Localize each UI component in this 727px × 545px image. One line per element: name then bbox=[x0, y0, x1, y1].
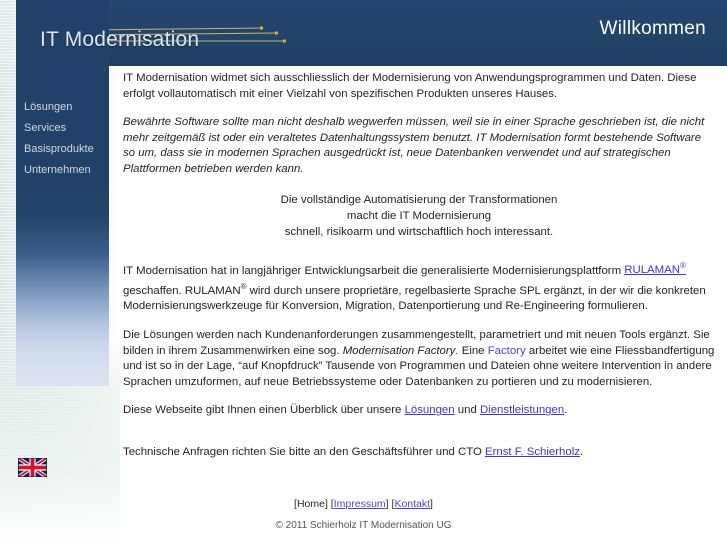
sidebar-item-loesungen[interactable]: Lösungen bbox=[16, 98, 109, 117]
paragraph-ueberblick: Diese Webseite gibt Ihnen einen Überblic… bbox=[123, 403, 715, 419]
footer-link-home[interactable]: Home bbox=[297, 498, 325, 510]
highlight-line-3: schnell, risikoarm und wirtschaftlich ho… bbox=[284, 225, 554, 238]
site-header: IT Modernisation Willkommen bbox=[0, 0, 727, 66]
uk-flag-icon[interactable] bbox=[17, 456, 48, 479]
paragraph-factory: Die Lösungen werden nach Kundenanforderu… bbox=[123, 328, 715, 390]
link-dienstleistungen[interactable]: Dienstleistungen bbox=[480, 404, 564, 416]
link-rulaman-label: RULAMAN bbox=[624, 264, 680, 277]
page-root: Lösungen Services Basisprodukte Unterneh… bbox=[0, 0, 727, 545]
footer-link-impressum[interactable]: Impressum bbox=[334, 498, 386, 510]
link-rulaman[interactable]: RULAMAN® bbox=[624, 261, 686, 277]
paragraph-rulaman: IT Modernisation hat in langjähriger Ent… bbox=[123, 259, 715, 315]
link-ernst-schierholz[interactable]: Ernst F. Schierholz bbox=[485, 446, 580, 458]
text-rulaman-a: IT Modernisation hat in langjähriger Ent… bbox=[123, 264, 625, 277]
sidebar-nav: Lösungen Services Basisprodukte Unterneh… bbox=[16, 98, 109, 182]
header-left-notch bbox=[0, 0, 16, 66]
text-modernisation-factory: Modernisation Factory bbox=[342, 344, 456, 357]
footer-copyright: © 2011 Schierholz IT Modernisation UG bbox=[275, 520, 452, 531]
sidebar-item-basisprodukte[interactable]: Basisprodukte bbox=[16, 140, 109, 159]
text-cto-b: . bbox=[579, 445, 584, 458]
footer-bracket-close: ] bbox=[430, 498, 433, 510]
main-content: IT Modernisation widmet sich ausschliess… bbox=[120, 66, 727, 545]
link-rulaman-registered: ® bbox=[679, 261, 686, 271]
highlight-line-1: Die vollständige Automatisierung der Tra… bbox=[280, 193, 558, 206]
sidebar-item-unternehmen[interactable]: Unternehmen bbox=[16, 161, 109, 180]
sidebar: Lösungen Services Basisprodukte Unterneh… bbox=[16, 0, 109, 386]
text-ueberblick-b: und bbox=[454, 404, 480, 417]
link-loesungen[interactable]: Lösungen bbox=[405, 404, 455, 416]
site-footer: [Home] [Impressum] [Kontakt] © 2011 Schi… bbox=[0, 498, 727, 531]
paragraph-kontakt-cto: Technische Anfragen richten Sie bitte an… bbox=[123, 445, 715, 461]
footer-nav: [Home] [Impressum] [Kontakt] bbox=[0, 498, 727, 510]
paragraph-intro: IT Modernisation widmet sich ausschliess… bbox=[123, 72, 697, 100]
footer-sep-1: ] [ bbox=[324, 498, 334, 510]
text-factory-b: . Eine bbox=[455, 344, 488, 357]
footer-link-kontakt[interactable]: Kontakt bbox=[394, 498, 430, 510]
sidebar-item-services[interactable]: Services bbox=[16, 119, 109, 138]
text-rulaman-b: geschaffen. RULAMAN bbox=[123, 284, 241, 297]
text-ueberblick-a: Diese Webseite gibt Ihnen einen Überblic… bbox=[123, 404, 405, 417]
highlight-block: Die vollständige Automatisierung der Tra… bbox=[123, 192, 715, 240]
highlight-line-2: macht die IT Modernisierung bbox=[346, 209, 492, 222]
text-ueberblick-c: . bbox=[564, 404, 568, 417]
paragraph-bewaehrte-software: Bewährte Software sollte man nicht desha… bbox=[123, 116, 705, 175]
page-title: Willkommen bbox=[599, 18, 706, 39]
link-factory[interactable]: Factory bbox=[488, 345, 526, 357]
text-cto-a: Technische Anfragen richten Sie bitte an… bbox=[123, 445, 485, 458]
logo-text: IT Modernisation bbox=[40, 28, 200, 51]
